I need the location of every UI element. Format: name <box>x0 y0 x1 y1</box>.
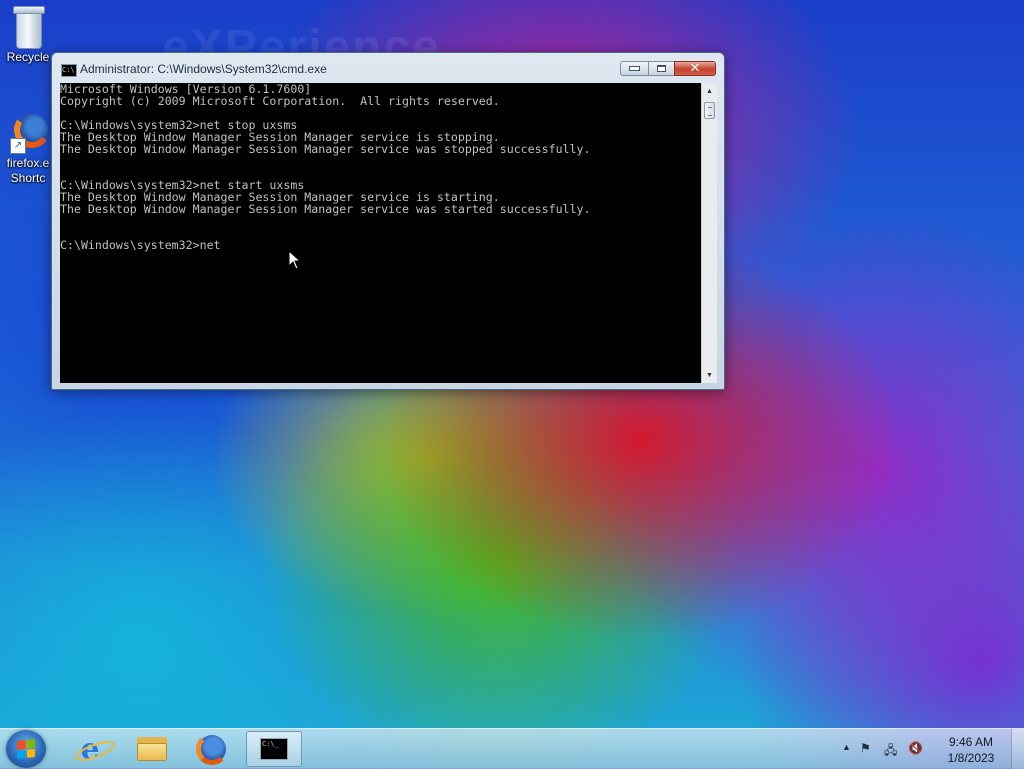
scroll-down-icon: ▼ <box>706 371 713 379</box>
console-line: The Desktop Window Manager Session Manag… <box>60 202 591 216</box>
taskbar-button-firefox[interactable] <box>186 731 238 767</box>
console-line: C:\Windows\system32>net <box>60 238 221 252</box>
scrollbar-thumb[interactable] <box>704 102 715 119</box>
console-line: The Desktop Window Manager Session Manag… <box>60 142 591 156</box>
title-bar[interactable]: C:\ Administrator: C:\Windows\System32\c… <box>52 53 724 83</box>
minimize-button[interactable] <box>620 61 649 76</box>
close-icon: ✕ <box>689 61 701 76</box>
ie-icon: e <box>73 732 118 767</box>
network-icon[interactable]: 🖧 <box>884 741 897 762</box>
scroll-down-button[interactable]: ▼ <box>702 367 717 383</box>
minimize-icon <box>629 66 640 71</box>
cmd-icon: C:\_ <box>260 738 288 760</box>
console-output[interactable]: Microsoft Windows [Version 6.1.7600] Copy… <box>60 83 701 383</box>
start-button[interactable] <box>6 730 46 768</box>
taskbar-button-cmd[interactable]: C:\_ <box>246 731 302 767</box>
mouse-cursor-icon <box>288 250 302 270</box>
maximize-icon <box>657 65 666 72</box>
show-desktop-button[interactable] <box>1011 729 1024 769</box>
window-title: Administrator: C:\Windows\System32\cmd.e… <box>80 62 327 76</box>
cmd-window[interactable]: C:\ Administrator: C:\Windows\System32\c… <box>51 52 725 390</box>
shortcut-arrow-icon: ↗ <box>10 138 26 154</box>
clock-date: 1/8/2023 <box>947 751 995 765</box>
volume-muted-icon[interactable]: 🔇 <box>908 741 923 755</box>
console-line: Copyright (c) 2009 Microsoft Corporation… <box>60 94 500 108</box>
firefox-icon <box>196 733 228 765</box>
taskbar-button-windows-explorer[interactable] <box>126 731 178 767</box>
firefox-shortcut-icon: ↗ <box>8 109 53 154</box>
windows-logo-icon <box>17 739 35 759</box>
console-text: Microsoft Windows [Version 6.1.7600] Copy… <box>60 83 701 251</box>
close-button[interactable]: ✕ <box>674 61 716 76</box>
vertical-scrollbar[interactable]: ▲ ▼ <box>701 83 717 383</box>
scroll-up-button[interactable]: ▲ <box>702 83 717 99</box>
taskbar-button-internet-explorer[interactable]: e <box>64 731 118 767</box>
caption-buttons: ✕ <box>620 61 716 78</box>
cmd-window-icon[interactable]: C:\ <box>61 64 77 77</box>
scroll-up-icon: ▲ <box>706 87 713 95</box>
folder-icon <box>137 737 167 761</box>
action-center-flag-icon[interactable]: ⚑ <box>860 741 871 755</box>
clock-time: 9:46 AM <box>948 735 994 749</box>
recycle-bin-icon <box>11 6 45 49</box>
taskbar: e C:\_ ▲ ⚑ 🖧 🔇 9:46 AM 1/8/2023 <box>0 728 1024 769</box>
clock[interactable]: 9:46 AM 1/8/2023 <box>938 734 1004 766</box>
system-tray: ▲ ⚑ 🖧 🔇 9:46 AM 1/8/2023 <box>834 729 1024 769</box>
maximize-button[interactable] <box>649 61 674 76</box>
show-hidden-icons-button[interactable]: ▲ <box>842 742 851 752</box>
